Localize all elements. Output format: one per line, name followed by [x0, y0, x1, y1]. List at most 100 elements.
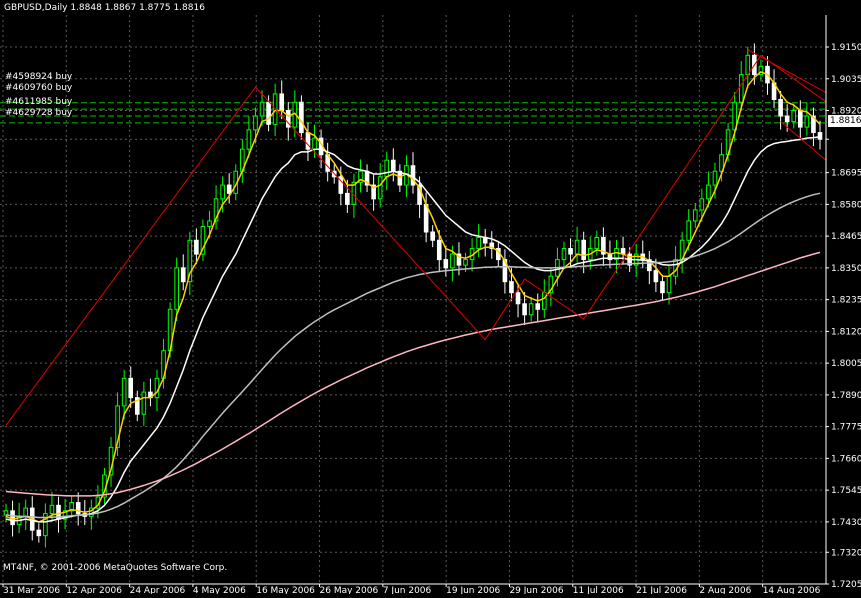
- candle-body: [266, 101, 271, 125]
- candle-body: [174, 267, 179, 310]
- candle-body: [692, 209, 698, 222]
- candle-body: [121, 377, 127, 407]
- x-tick-label: 7 Jun 2006: [383, 586, 432, 594]
- candle-body: [706, 184, 711, 200]
- candle-body: [246, 129, 252, 150]
- order-label[interactable]: #4611985 buy: [5, 97, 72, 107]
- candle-body: [660, 281, 665, 294]
- candle-body: [784, 115, 790, 123]
- y-tick-label: 1.8235: [831, 296, 861, 306]
- candle-body: [443, 259, 449, 269]
- symbol-label: GBPUSD,Daily: [4, 3, 68, 13]
- candle-body: [36, 529, 42, 537]
- candle-body: [594, 237, 600, 250]
- candle-body: [391, 159, 396, 172]
- candle-body: [207, 220, 212, 227]
- candle-body: [798, 110, 803, 128]
- candle-body: [259, 101, 265, 117]
- price-chart[interactable]: 1.9150 1.9035 1.8920 1.8695 1.8580 1.8465 1.83…: [0, 0, 861, 596]
- y-tick-label: 1.7775: [831, 423, 861, 433]
- candle-body: [738, 74, 744, 103]
- x-tick-label: 16 May 2006: [256, 586, 315, 594]
- candle-body: [476, 237, 481, 250]
- candle-body: [299, 101, 304, 134]
- y-tick-label: 1.8465: [831, 232, 861, 242]
- candle-body: [345, 192, 350, 205]
- x-tick-label: 12 Apr 2006: [66, 586, 122, 594]
- candle-body: [509, 281, 514, 294]
- candle-body: [430, 231, 435, 241]
- y-tick-label: 1.8120: [831, 327, 861, 337]
- y-tick-label: 1.8580: [831, 200, 861, 210]
- x-tick-label: 4 May 2006: [193, 586, 246, 594]
- chart-canvas[interactable]: 1.91501.90351.89201.86951.85801.84651.83…: [0, 0, 861, 596]
- chart-header: GBPUSD,Daily 1.8848 1.8867 1.8775 1.8816: [4, 3, 205, 13]
- candle-body: [220, 184, 225, 200]
- candle-body: [712, 170, 718, 186]
- candle-body: [574, 239, 580, 255]
- close-value: 1.8816: [173, 3, 205, 13]
- candle-body: [180, 267, 186, 283]
- y-tick-label: 1.7545: [831, 486, 861, 496]
- y-tick-label: 1.7320: [831, 548, 861, 558]
- x-tick-label: 31 Mar 2006: [3, 586, 60, 594]
- candle-body: [194, 239, 199, 255]
- candle-body: [699, 198, 705, 211]
- x-tick-label: 14 Aug 2006: [763, 586, 821, 594]
- x-tick-label: 26 May 2006: [320, 586, 379, 594]
- x-tick-label: 29 Jun 2006: [509, 586, 563, 594]
- candle-body: [791, 110, 797, 123]
- y-tick-label: 1.9035: [831, 75, 861, 85]
- candle-body: [279, 93, 285, 112]
- y-tick-label: 1.9150: [831, 43, 861, 53]
- low-value: 1.8775: [139, 3, 171, 13]
- candle-body: [436, 239, 442, 261]
- candle-body: [686, 220, 692, 241]
- candle-body: [561, 248, 567, 261]
- candle-body: [653, 270, 659, 283]
- x-tick-label: 24 Apr 2006: [130, 586, 186, 594]
- candle-body: [253, 115, 258, 131]
- y-tick-label: 1.7205: [831, 580, 861, 590]
- x-tick-label: 11 Jul 2006: [573, 586, 624, 594]
- candle-body: [49, 504, 55, 515]
- y-tick-label: 1.8695: [831, 169, 861, 179]
- candle-body: [463, 259, 468, 266]
- candle-body: [226, 184, 232, 194]
- y-tick-label: 1.7660: [831, 454, 861, 464]
- candle-body: [817, 132, 823, 140]
- high-value: 1.8867: [104, 3, 137, 13]
- order-label[interactable]: #4598924 buy: [5, 72, 72, 82]
- copyright-text: MT4NF, © 2001-2006 MetaQuotes Software C…: [3, 563, 228, 573]
- candle-body: [75, 502, 81, 515]
- y-tick-label: 1.8350: [831, 264, 861, 274]
- candle-body: [528, 303, 534, 316]
- candle-body: [23, 507, 28, 517]
- candle-body: [568, 248, 573, 255]
- candle-body: [377, 176, 383, 200]
- candle-body: [312, 137, 317, 150]
- candle-body: [515, 292, 521, 305]
- candle-body: [535, 303, 541, 310]
- y-tick-label: 1.7430: [831, 518, 861, 528]
- x-tick-label: 21 Jul 2006: [636, 586, 687, 594]
- candle-body: [541, 292, 547, 310]
- open-value: 1.8848: [70, 3, 102, 13]
- candle-body: [778, 98, 783, 117]
- y-tick-label: 1.8005: [831, 359, 861, 369]
- order-label[interactable]: #4629728 buy: [5, 108, 72, 118]
- candle-body: [666, 275, 672, 294]
- candle-body: [128, 377, 134, 399]
- candle-body: [450, 253, 455, 269]
- candle-body: [10, 510, 15, 526]
- x-tick-label: 2 Aug 2006: [699, 586, 751, 594]
- candle-body: [3, 510, 9, 516]
- candle-body: [745, 54, 751, 76]
- y-tick-label: 1.7890: [831, 391, 861, 401]
- candle-body: [384, 159, 390, 178]
- order-label[interactable]: #4609760 buy: [5, 83, 72, 93]
- candle-body: [522, 303, 527, 316]
- current-price-marker: 1.8816: [828, 115, 861, 127]
- x-tick-label: 19 Jun 2006: [446, 586, 500, 594]
- candle-body: [804, 115, 810, 128]
